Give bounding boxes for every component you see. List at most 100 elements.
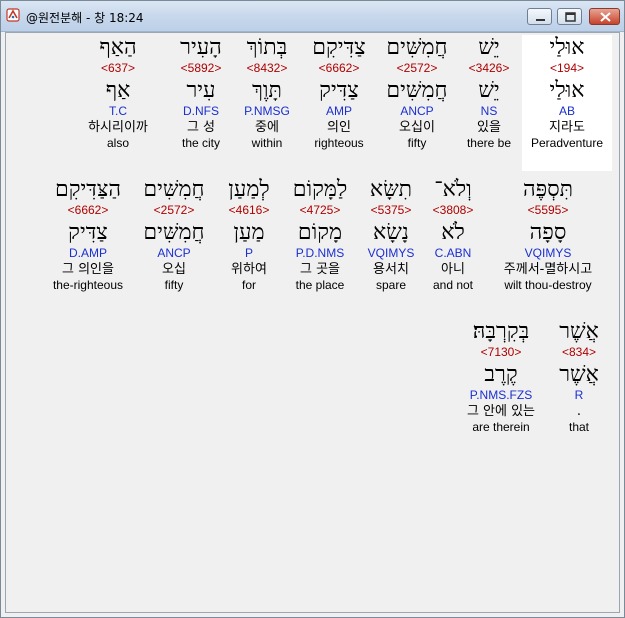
hebrew-lemma: מַעַן	[233, 220, 265, 245]
parse-code: VQIMYS	[524, 246, 572, 260]
strong-number: <2572>	[396, 61, 438, 75]
parse-code: ANCP	[157, 246, 191, 260]
korean-gloss: 그 성	[186, 120, 216, 135]
maximize-icon	[565, 12, 576, 22]
word-block[interactable]: יֵשׁ <3426> יֵשׁ NS 있을 there be	[456, 35, 522, 151]
korean-gloss: 그 의인을	[62, 262, 114, 277]
title-bar[interactable]: @원전분해 - 창 18:24	[1, 1, 624, 32]
hebrew-word: חֲמִשִּׁים	[143, 177, 205, 202]
parse-code: AMP	[325, 104, 352, 118]
word-block[interactable]: אֲשֶׁר <834> אֲשֶׁר R . that	[546, 319, 612, 435]
strong-number: <4616>	[228, 203, 270, 217]
minimize-button[interactable]	[527, 8, 552, 25]
hebrew-lemma: תָּוֶךְ	[252, 78, 282, 103]
hebrew-lemma: צַדִּיק	[68, 220, 108, 245]
word-block[interactable]: צַדִּיקִם <6662> צַדִּיק AMP 의인 righteou…	[300, 35, 378, 151]
word-block[interactable]: וְלֹא־ <3808> לֹא C.ABN 아니 and not	[420, 177, 486, 293]
hebrew-lemma: קֶרֶב	[484, 362, 518, 387]
parse-code: P	[244, 246, 253, 260]
parse-code: ANCP	[400, 104, 434, 118]
strong-number: <194>	[549, 61, 585, 75]
korean-gloss: 지라도	[549, 120, 585, 135]
english-gloss: for	[241, 278, 256, 292]
hebrew-word: בְּקִרְבָּהּ׃	[472, 319, 530, 344]
parse-code: R	[574, 388, 584, 402]
english-gloss: the place	[295, 278, 345, 292]
parse-code: AB	[558, 104, 575, 118]
app-icon	[6, 8, 20, 22]
strong-number: <3808>	[432, 203, 474, 217]
hebrew-lemma: עִיר	[186, 78, 216, 103]
hebrew-word: הָעִיר	[180, 35, 222, 60]
hebrew-lemma: חֲמִשִּׁים	[386, 78, 448, 103]
hebrew-word: בְּתוֹךְ	[246, 35, 288, 60]
hebrew-word: אוּלַי	[549, 35, 585, 60]
parse-code: P.D.NMS	[295, 246, 345, 260]
strong-number: <5375>	[370, 203, 412, 217]
maximize-button[interactable]	[557, 8, 582, 25]
parse-code: NS	[480, 104, 498, 118]
close-icon	[600, 12, 611, 22]
hebrew-word: תִּסְפֶּה	[522, 177, 574, 202]
strong-number: <4725>	[299, 203, 341, 217]
word-block[interactable]: חֲמִשִּׁים <2572> חֲמִשִּׁים ANCP 오십 fif…	[134, 177, 214, 293]
korean-gloss: 용서치	[373, 262, 409, 277]
english-gloss: that	[568, 420, 589, 434]
english-gloss: righteous	[314, 136, 364, 150]
hebrew-word: חֲמִשִּׁים	[386, 35, 448, 60]
korean-gloss: 아니	[441, 262, 465, 277]
parse-code: T.C	[109, 104, 127, 118]
hebrew-lemma: נָשָׂא	[373, 220, 409, 245]
word-block[interactable]: בְּקִרְבָּהּ׃ <7130> קֶרֶב P.NMS.FZS 그 안…	[452, 319, 550, 435]
korean-gloss: .	[576, 404, 582, 419]
close-button[interactable]	[589, 8, 620, 25]
korean-gloss: 주께서-멸하시고	[503, 262, 593, 277]
english-gloss: within	[251, 136, 283, 150]
app-window: @원전분해 - 창 18:24 אוּלַי <194> אוּלַי AB 지…	[0, 0, 625, 618]
korean-gloss: 하시리이까	[88, 120, 148, 135]
hebrew-lemma: מָקוֹם	[297, 220, 343, 245]
hebrew-word: לְמַעַן	[228, 177, 270, 202]
korean-gloss: 오십	[162, 262, 186, 277]
hebrew-word: וְלֹא־	[434, 177, 472, 202]
hebrew-lemma: אוּלַי	[549, 78, 585, 103]
word-block[interactable]: חֲמִשִּׁים <2572> חֲמִשִּׁים ANCP 오십이 fi…	[378, 35, 456, 151]
word-block[interactable]: אוּלַי <194> אוּלַי AB 지라도 Peradventure	[522, 35, 612, 171]
strong-number: <5595>	[527, 203, 569, 217]
word-block[interactable]: לַמָּקוֹם <4725> מָקוֹם P.D.NMS 그 곳을 the…	[280, 177, 360, 293]
strong-number: <6662>	[318, 61, 360, 75]
english-gloss: Peradventure	[530, 136, 604, 150]
parse-code: D.AMP	[68, 246, 107, 260]
strong-number: <8432>	[246, 61, 288, 75]
word-block[interactable]: תִּסְפֶּה <5595> סָפָה VQIMYS 주께서-멸하시고 w…	[480, 177, 616, 293]
word-block[interactable]: הַאַף <637> אַף T.C 하시리이까 also	[78, 35, 158, 151]
english-gloss: the city	[181, 136, 220, 150]
korean-gloss: 오십이	[399, 120, 435, 135]
hebrew-lemma: יֵשׁ	[478, 78, 500, 103]
hebrew-lemma: אַף	[105, 78, 131, 103]
strong-number: <3426>	[468, 61, 510, 75]
korean-gloss: 그 곳을	[299, 262, 340, 277]
interlinear-panel[interactable]: אוּלַי <194> אוּלַי AB 지라도 Peradventure …	[5, 32, 620, 613]
word-block[interactable]: בְּתוֹךְ <8432> תָּוֶךְ P.NMSG 중에 within	[234, 35, 300, 151]
english-gloss: wilt thou-destroy	[504, 278, 592, 292]
hebrew-word: הַצַּדִּיקִם	[54, 177, 122, 202]
word-block[interactable]: לְמַעַן <4616> מַעַן P 위하여 for	[216, 177, 282, 293]
korean-gloss: 중에	[255, 120, 279, 135]
korean-gloss: 위하여	[231, 262, 267, 277]
parse-code: P.NMSG	[244, 104, 290, 118]
english-gloss: are therein	[472, 420, 530, 434]
parse-code: P.NMS.FZS	[469, 388, 533, 402]
hebrew-word: צַדִּיקִם	[312, 35, 366, 60]
hebrew-lemma: אֲשֶׁר	[559, 362, 599, 387]
word-block[interactable]: תִשָּׂא <5375> נָשָׂא VQIMYS 용서치 spare	[358, 177, 424, 293]
korean-gloss: 의인	[327, 120, 351, 135]
korean-gloss: 그 안에 있는	[466, 404, 536, 419]
parse-code: C.ABN	[434, 246, 472, 260]
word-block[interactable]: הַצַּדִּיקִם <6662> צַדִּיק D.AMP 그 의인을 …	[40, 177, 136, 293]
word-block[interactable]: הָעִיר <5892> עִיר D.NFS 그 성 the city	[168, 35, 234, 151]
hebrew-lemma: צַדִּיק	[319, 78, 359, 103]
minimize-icon	[536, 19, 545, 21]
english-gloss: spare	[375, 278, 407, 292]
strong-number: <5892>	[180, 61, 222, 75]
